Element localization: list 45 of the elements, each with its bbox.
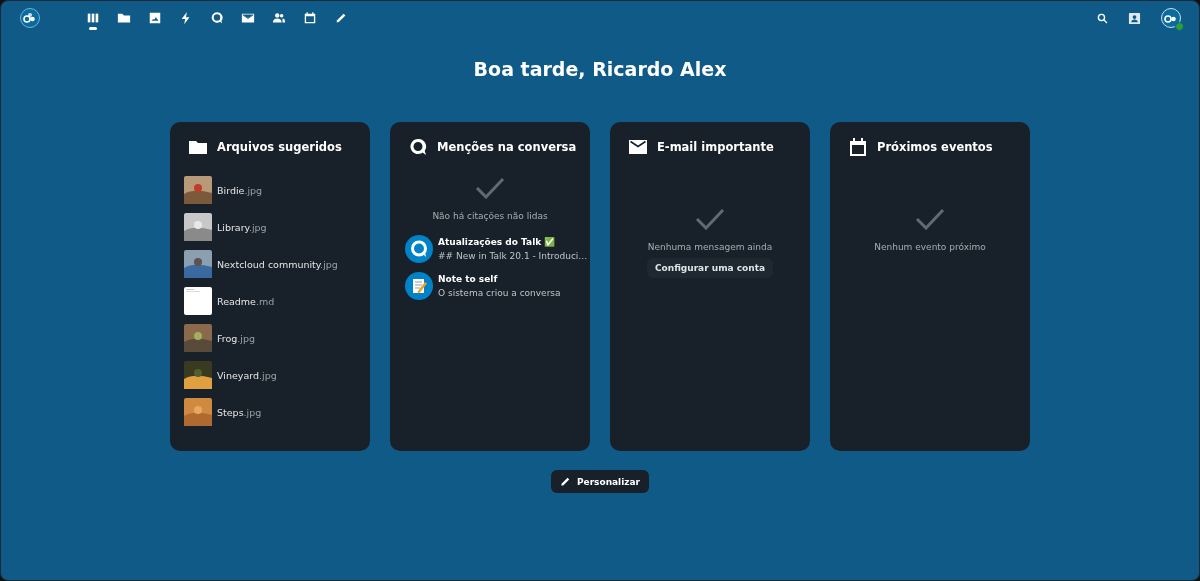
empty-message: Não há citações não lidas <box>432 211 548 221</box>
configure-account-button[interactable]: Configurar uma conta <box>646 258 774 278</box>
checkmark-icon <box>695 208 725 230</box>
file-item[interactable]: Frog.jpg <box>184 324 370 352</box>
checkmark-icon <box>475 177 505 199</box>
file-name: Birdie.jpg <box>217 184 263 196</box>
file-item[interactable]: Vineyard.jpg <box>184 361 370 389</box>
file-name: Library.jpg <box>217 221 267 233</box>
checkmark-icon <box>915 208 945 230</box>
file-name: Frog.jpg <box>217 332 256 344</box>
notepad-avatar-icon <box>405 272 433 300</box>
file-name: Steps.jpg <box>217 406 262 418</box>
empty-message: Nenhum evento próximo <box>874 242 986 252</box>
user-avatar[interactable] <box>1161 8 1181 28</box>
file-item[interactable]: Readme.md <box>184 287 370 315</box>
conversation-preview: O sistema criou a conversa <box>438 288 561 298</box>
conversation-title: Atualizações do Talk ✅ <box>438 237 557 247</box>
file-item[interactable]: Library.jpg <box>184 213 370 241</box>
file-item[interactable]: Steps.jpg <box>184 398 370 426</box>
widget-title: Próximos eventos <box>877 140 993 154</box>
conversation-preview: ## New in Talk 20.1 - Introduci… <box>438 251 588 261</box>
customize-button[interactable]: Personalizar <box>550 470 650 493</box>
chat-avatar-icon <box>405 235 433 263</box>
conversation-item[interactable]: Note to self O sistema criou a conversa <box>405 272 590 300</box>
file-name: Nextcloud community.jpg <box>217 258 338 270</box>
conversation-item[interactable]: Atualizações do Talk ✅ ## New in Talk 20.1 - Introduci… <box>405 235 590 263</box>
widget-title: Menções na conversa <box>437 140 577 154</box>
widget-title: Arquivos sugeridos <box>217 140 342 154</box>
file-item[interactable]: Nextcloud community.jpg <box>184 250 370 278</box>
file-name: Readme.md <box>217 295 275 307</box>
greeting-heading: Boa tarde, Ricardo Alex <box>472 58 728 80</box>
conversation-title: Note to self <box>438 274 499 284</box>
chat-icon <box>409 138 427 156</box>
search-icon[interactable] <box>1097 12 1108 24</box>
file-name: Vineyard.jpg <box>217 369 277 381</box>
widget-title: E-mail importante <box>657 140 774 154</box>
pencil-icon <box>559 476 571 487</box>
calendar-icon <box>849 138 867 156</box>
contacts-icon[interactable] <box>1128 11 1141 25</box>
file-item[interactable]: Birdie.jpg <box>184 176 370 204</box>
folder-icon <box>189 138 207 156</box>
envelope-icon <box>629 138 647 156</box>
logo-icon[interactable] <box>20 8 40 28</box>
document-thumbnail <box>184 287 212 315</box>
empty-message: Nenhuma mensagem ainda <box>647 242 773 252</box>
